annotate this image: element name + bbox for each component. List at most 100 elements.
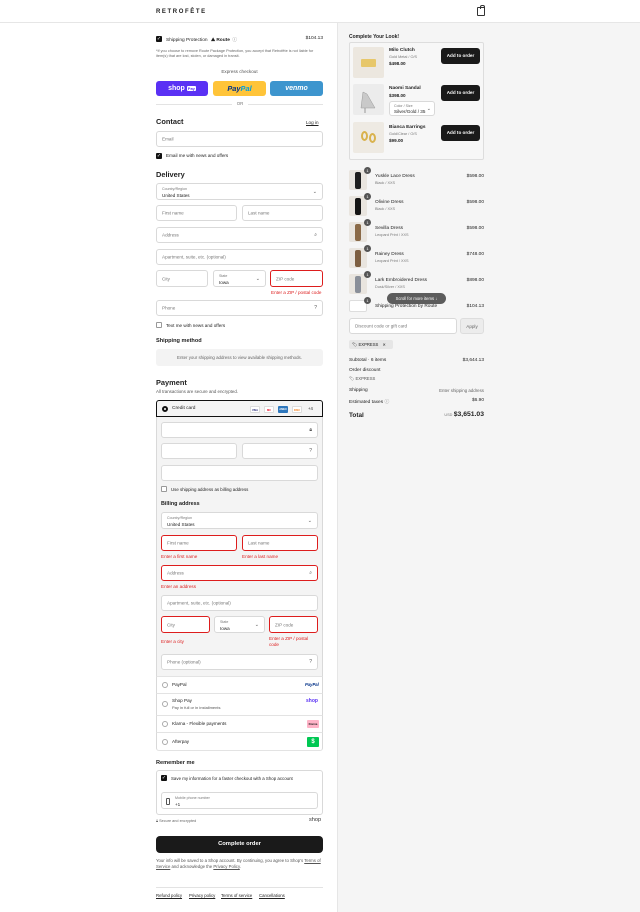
cart-item-price: $598.00 [466, 226, 484, 231]
discount-code-field[interactable]: Discount code or gift card [349, 318, 457, 334]
billing-apartment-field[interactable]: Apartment, suite, etc. (optional) [161, 595, 318, 611]
total-label: Total [349, 412, 364, 419]
expiration-field[interactable] [161, 443, 237, 459]
close-icon[interactable]: ✕ [382, 342, 386, 347]
route-logo: ⛰ Route [210, 38, 230, 43]
afterpay-radio[interactable] [162, 739, 168, 745]
cart-item-variant: Leopard Print / XXS [375, 233, 409, 237]
apartment-field[interactable]: Apartment, suite, etc. (optional) [156, 249, 323, 265]
chevron-down-icon: ⌄ [307, 517, 312, 524]
add-to-order-button[interactable]: Add to order [441, 85, 480, 101]
complete-order-button[interactable]: Complete order [156, 836, 323, 853]
zip-field[interactable]: ZIP code [270, 270, 323, 287]
phone-field[interactable]: Phone ? [156, 300, 323, 316]
security-code-field[interactable]: ? [242, 443, 318, 459]
cart-item-variant: Black / XXS [375, 207, 396, 211]
billing-city-field[interactable]: City [161, 616, 210, 633]
shipping-protection-price: $104.13 [305, 36, 323, 41]
cart-item-name: Lark Embroidered Dress [375, 278, 427, 283]
name-on-card-field[interactable] [161, 465, 318, 481]
mobile-phone-field[interactable]: Mobile phone number +1 [161, 792, 318, 809]
venmo-button[interactable]: venmo [270, 81, 323, 96]
shipping-protection-checkbox[interactable]: ✓ [156, 36, 162, 42]
use-shipping-checkbox[interactable] [161, 486, 167, 492]
discount-tag: 🏷︎ EXPRESS ✕ [349, 340, 393, 349]
amex-icon: AMEX [278, 406, 288, 413]
privacy-link[interactable]: Privacy Policy [213, 864, 239, 869]
upsell-title: Complete Your Look! [349, 34, 400, 40]
or-divider: OR [232, 101, 248, 106]
bianca-earrings-image[interactable] [353, 122, 384, 153]
site-header: RETROFÊTE [0, 0, 640, 23]
help-icon: ? [309, 659, 312, 665]
text-news-checkbox[interactable] [156, 322, 162, 328]
terms-of-service-link[interactable]: Terms of service [221, 893, 252, 898]
paypal-option[interactable]: PayPal PayPal [156, 677, 323, 694]
email-news-checkbox[interactable]: ✓ [156, 153, 162, 159]
milo-clutch-image[interactable] [353, 47, 384, 78]
address-field[interactable]: Address ⌕ [156, 227, 323, 243]
shipping-value: Enter shipping address [439, 388, 484, 393]
state-select[interactable]: State Iowa ⌄ [213, 270, 266, 287]
delivery-title: Delivery [156, 170, 185, 179]
add-to-order-button[interactable]: Add to order [441, 125, 480, 141]
email-field[interactable]: Email [156, 131, 323, 147]
cart-item-price: $898.00 [466, 278, 484, 283]
billing-state-select[interactable]: State Iowa ⌄ [214, 616, 265, 633]
billing-phone-field[interactable]: Phone (optional) ? [161, 654, 318, 670]
billing-last-name-field[interactable]: Last name [242, 535, 318, 551]
cart-item-price: $598.00 [466, 200, 484, 205]
color-size-select[interactable]: Color / Size Silver/Gold / 35 ⌄ [389, 101, 435, 116]
shop-pay-button[interactable]: shop Pay [156, 81, 208, 96]
chevron-down-icon: ⌄ [312, 188, 317, 195]
klarna-radio[interactable] [162, 721, 168, 727]
billing-address-field[interactable]: Address ⌕ [161, 565, 318, 581]
card-number-field[interactable]: 🔒︎ [161, 422, 318, 438]
billing-zip-field[interactable]: ZIP code [269, 616, 318, 633]
lock-icon: 🔒︎ [156, 819, 159, 823]
shopping-bag-icon[interactable] [477, 5, 485, 16]
cart-item-price: $598.00 [466, 174, 484, 179]
city-field[interactable]: City [156, 270, 208, 287]
payment-subtitle: All transactions are secure and encrypte… [156, 389, 239, 394]
scroll-more-button[interactable]: Scroll for more items ↓ [387, 293, 446, 304]
last-name-field[interactable]: Last name [242, 205, 323, 221]
naomi-sandal-image[interactable] [353, 84, 384, 115]
shop-logo: shop [306, 698, 318, 704]
privacy-policy-link[interactable]: Privacy policy [189, 893, 215, 898]
cart-item-name: Sevilla Dress [375, 226, 403, 231]
apply-button[interactable]: Apply [460, 318, 484, 334]
login-link[interactable]: Log in [306, 120, 319, 125]
country-select[interactable]: Country/Region United States ⌄ [156, 183, 323, 200]
klarna-option[interactable]: Klarna - Flexible payments Klarna [156, 716, 323, 733]
credit-card-option[interactable]: Credit card VISA MC AMEX DISC +4 [156, 400, 323, 417]
help-icon[interactable]: ⓘ [384, 400, 389, 405]
afterpay-label: Afterpay [172, 739, 190, 744]
billing-first-name-field[interactable]: First name [161, 535, 237, 551]
shop-pay-sub: Pay in full or in installments [172, 705, 221, 710]
cancellations-link[interactable]: Cancellations [259, 893, 285, 898]
quantity-badge: 1 [364, 271, 371, 278]
info-icon[interactable]: ⓘ [232, 38, 237, 43]
refund-policy-link[interactable]: Refund policy [156, 893, 182, 898]
remember-me-title: Remember me [156, 760, 195, 766]
add-to-order-button[interactable]: Add to order [441, 48, 480, 64]
first-name-field[interactable]: First name [156, 205, 237, 221]
billing-country-select[interactable]: Country/Region United States ⌄ [161, 512, 318, 529]
paypal-radio[interactable] [162, 682, 168, 688]
brand-logo[interactable]: RETROFÊTE [156, 9, 207, 15]
shipping-protection-label: Shipping Protection [166, 38, 208, 43]
cart-item-name: Rainey Dress [375, 252, 404, 257]
tag-icon: 🏷︎ [349, 376, 355, 381]
paypal-button[interactable]: PayPal [213, 81, 266, 96]
shop-pay-option[interactable]: Shop Pay Pay in full or in installments … [156, 694, 323, 716]
credit-card-radio[interactable] [162, 406, 168, 412]
footer-divider [156, 887, 323, 888]
save-info-checkbox[interactable]: ✓ [161, 775, 167, 781]
contact-title: Contact [156, 117, 184, 126]
upsell-item-name: Milo Clutch [389, 48, 415, 53]
cart-item-price: $748.00 [466, 252, 484, 257]
afterpay-option[interactable]: Afterpay $ [156, 733, 323, 751]
shop-pay-radio[interactable] [162, 701, 168, 707]
afterpay-logo: $ [307, 737, 319, 747]
